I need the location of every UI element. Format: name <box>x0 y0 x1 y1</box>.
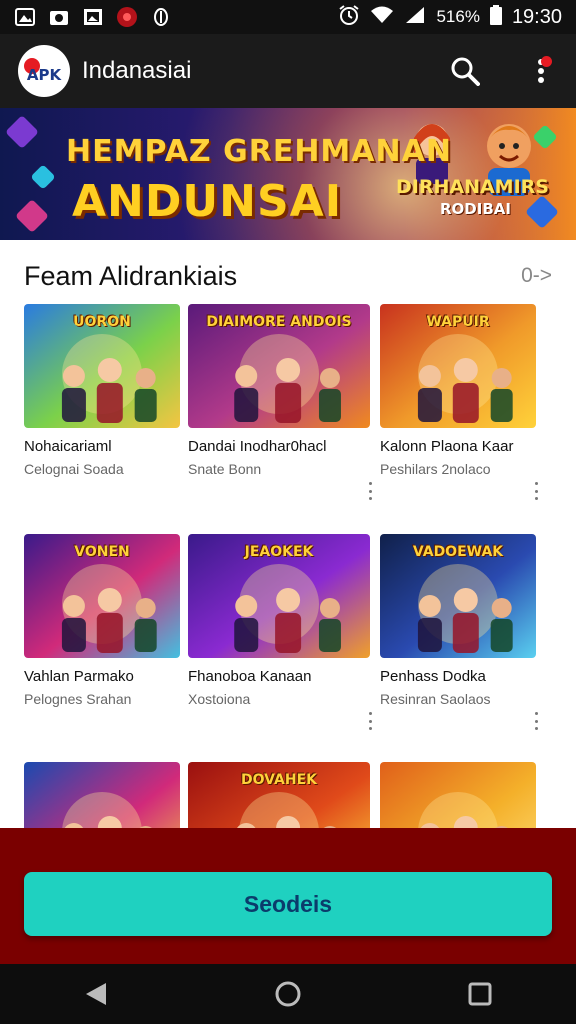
section-header: Feam Alidrankiais 0-> <box>24 256 552 296</box>
app-logo-text: APK <box>27 66 63 84</box>
game-card[interactable]: VADOEWAK Penhass Dodka Resinran Saolaos <box>380 534 538 730</box>
game-title: Penhass Dodka <box>380 668 486 685</box>
game-developer: Xostoiona <box>188 691 251 707</box>
game-card[interactable]: UORON Nohaicariaml Celognai Soada <box>24 304 180 477</box>
game-card[interactable]: VONEN Vahlan Parmako Pelognes Srahan <box>24 534 180 707</box>
game-title: Kalonn Plaona Kaar <box>380 438 514 455</box>
game-thumbnail[interactable]: UORON <box>24 304 180 428</box>
primary-action-button[interactable]: Seodeis <box>24 872 552 936</box>
card-overflow-menu-icon[interactable] <box>530 712 542 730</box>
alarm-icon <box>338 4 360 31</box>
game-developer: Pelognes Srahan <box>24 691 132 707</box>
card-overflow-menu-icon[interactable] <box>364 482 376 500</box>
search-icon <box>451 57 480 86</box>
game-developer: Snate Bonn <box>188 461 262 477</box>
game-title: Dandai Inodhar0hacl <box>188 438 327 455</box>
more-options-button[interactable] <box>524 54 558 88</box>
banner-title: ANDUNSAI <box>72 176 343 227</box>
system-nav-bar <box>0 964 576 1024</box>
game-thumbnail-title: DOVAHEK <box>241 772 317 788</box>
search-button[interactable] <box>448 54 482 88</box>
promo-banner[interactable]: HEMPAZ GREHMANAN ANDUNSAI DIRHANAMIRS RO… <box>0 108 576 240</box>
section-title: Feam Alidrankiais <box>24 260 238 291</box>
notification-dot <box>541 56 552 67</box>
banner-side-sub: RODIBAI <box>440 200 511 218</box>
red-app-icon <box>116 7 138 27</box>
back-icon <box>86 983 106 1005</box>
game-thumbnail-title: UORON <box>73 314 131 330</box>
game-thumbnail-title: WAPUIR <box>426 314 490 330</box>
game-title: Vahlan Parmako <box>24 668 134 685</box>
battery-text: 516% <box>436 7 480 26</box>
see-more-link[interactable]: 0-> <box>521 264 552 288</box>
banner-side-title: DIRHANAMIRS <box>396 176 549 198</box>
game-thumbnail[interactable]: WAPUIR <box>380 304 536 428</box>
wifi-icon <box>370 5 394 30</box>
game-title: Nohaicariaml <box>24 438 112 455</box>
game-thumbnail[interactable]: JEAOKEK <box>188 534 370 658</box>
signal-icon <box>404 5 426 30</box>
battery-icon <box>489 4 502 30</box>
home-button[interactable] <box>268 974 308 1014</box>
game-developer: Peshilars 2nolaco <box>380 461 491 477</box>
game-card[interactable]: DIAIMORE ANDOIS Dandai Inodhar0hacl Snate … <box>188 304 372 500</box>
cta-panel: Seodeis <box>0 828 576 964</box>
photo-icon <box>14 7 36 27</box>
game-thumbnail[interactable]: DIAIMORE ANDOIS <box>188 304 370 428</box>
game-developer: Celognai Soada <box>24 461 124 477</box>
card-overflow-menu-icon[interactable] <box>364 712 376 730</box>
home-icon <box>275 981 301 1007</box>
game-thumbnail[interactable]: VADOEWAK <box>380 534 536 658</box>
app-title: Indanasiai <box>82 57 192 84</box>
status-bar: 516% 19:30 <box>0 0 576 34</box>
banner-headline: HEMPAZ GREHMANAN <box>66 134 452 169</box>
recents-button[interactable] <box>460 974 500 1014</box>
game-developer: Resinran Saolaos <box>380 691 491 707</box>
app-logo[interactable]: APK <box>18 45 70 97</box>
game-card[interactable]: WAPUIR Kalonn Plaona Kaar Peshilars 2nolac… <box>380 304 538 500</box>
game-title: Fhanoboa Kanaan <box>188 668 312 685</box>
game-thumbnail[interactable]: VONEN <box>24 534 180 658</box>
card-overflow-menu-icon[interactable] <box>530 482 542 500</box>
game-card[interactable]: JEAOKEK Fhanoboa Kanaan Xostoiona <box>188 534 372 730</box>
game-thumbnail-title: VONEN <box>74 544 130 560</box>
game-thumbnail-title: JEAOKEK <box>244 544 314 560</box>
gallery-icon <box>82 7 104 27</box>
back-button[interactable] <box>76 974 116 1014</box>
camera-icon <box>48 7 70 27</box>
recents-icon <box>468 982 492 1006</box>
game-thumbnail-title: VADOEWAK <box>412 544 504 560</box>
shield-icon <box>150 7 172 27</box>
clock: 19:30 <box>511 5 562 28</box>
app-bar: APK Indanasiai <box>0 34 576 108</box>
game-thumbnail-title: DIAIMORE ANDOIS <box>206 314 352 330</box>
